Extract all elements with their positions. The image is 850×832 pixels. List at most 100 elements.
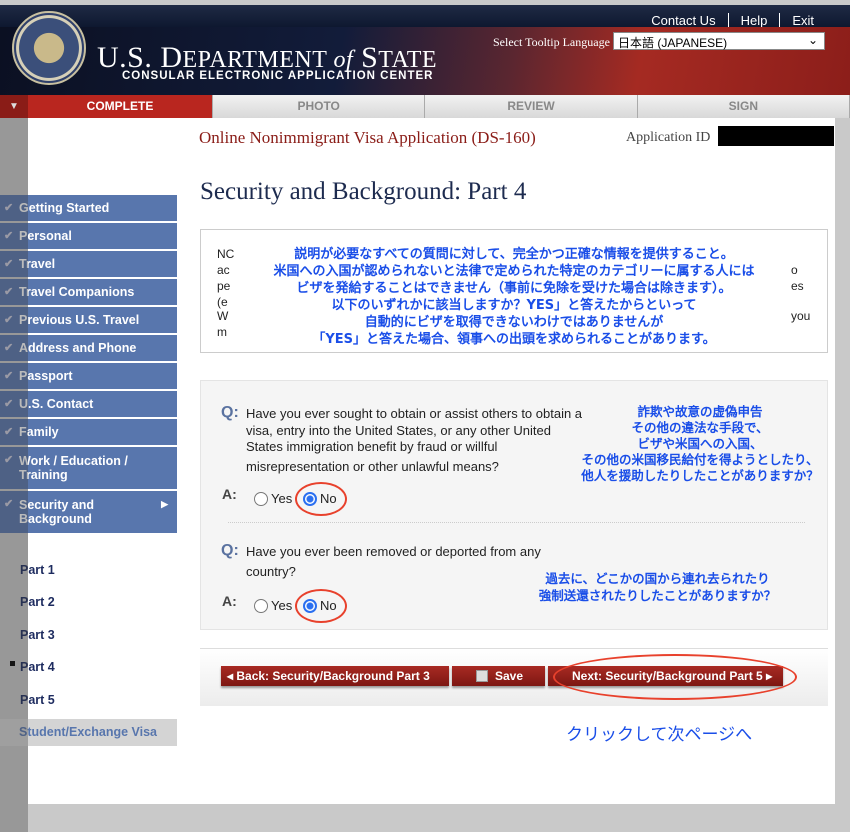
step-sign[interactable]: SIGN — [638, 95, 850, 118]
checkmark-icon: ✔ — [4, 454, 14, 466]
progress-steps: ▼ COMPLETE PHOTO REVIEW SIGN — [0, 95, 850, 118]
header-banner: U.S. DEPARTMENT of STATE CONSULAR ELECTR… — [0, 11, 850, 95]
question-2-annotation: 過去に、どこかの国から連れ去られたり 強制送還されたりしたことがありますか？ — [505, 570, 810, 604]
checkmark-icon: ✔ — [4, 342, 14, 354]
sidebar-item-label: Passport — [19, 369, 73, 383]
q1-yes-radio[interactable]: Yes — [254, 491, 292, 506]
checkmark-icon: ✔ — [4, 426, 14, 438]
highlight-circle — [295, 482, 347, 516]
current-part-marker — [10, 661, 15, 666]
step-complete[interactable]: COMPLETE — [28, 95, 213, 118]
annotation-line: ビザを発給することはできません（事前に免除を受けた場合は除きます）。 — [296, 281, 732, 296]
japanese-annotation: 説明が必要なすべての質問に対して、完全かつ正確な情報を提供すること。 米国への入… — [201, 246, 827, 348]
sidebar-item-label: Travel — [19, 257, 56, 271]
chevron-down-icon: ⌄ — [807, 33, 818, 47]
save-button[interactable]: Save — [452, 666, 545, 686]
contact-us-link[interactable]: Contact Us — [639, 13, 727, 28]
sidebar-item[interactable]: ✔ Travel — [0, 251, 177, 277]
selected-language: 日本語 (JAPANESE) — [618, 36, 728, 50]
arrow-left-icon: ◂ — [227, 669, 237, 683]
sidebar-item-label: Security and Background — [19, 498, 95, 526]
annotation-line: 強制送還されたりしたことがありますか？ — [538, 588, 777, 603]
caret-down-icon[interactable]: ▼ — [0, 95, 28, 118]
sidebar: ✔ Getting Started ✔ Personal ✔ Travel ✔ Travel … — [0, 195, 177, 535]
sidebar-item-label: Address and Phone — [19, 341, 137, 355]
sidebar-item[interactable]: ✔ Address and Phone — [0, 335, 177, 361]
annotation-line: その他の違法な手段で、 — [631, 420, 769, 435]
q2-yes-radio[interactable]: Yes — [254, 598, 292, 613]
question-1-annotation: 詐欺や故意の虚偽申告 その他の違法な手段で、 ビザや米国への入国、 その他の米国… — [555, 404, 845, 484]
top-links: Contact Us Help Exit — [639, 13, 826, 28]
sidebar-part-4[interactable]: Part 4 — [20, 660, 55, 674]
radio-icon[interactable] — [254, 491, 268, 506]
question-line: States immigration benefit by fraud or w… — [246, 439, 498, 454]
sidebar-item[interactable]: ✔ Passport — [0, 363, 177, 389]
sidebar-item[interactable]: ✔ U.S. Contact — [0, 391, 177, 417]
annotation-line: ビザや米国への入国、 — [637, 436, 763, 451]
sidebar-item-label: Getting Started — [19, 201, 110, 215]
step-photo[interactable]: PHOTO — [213, 95, 426, 118]
sidebar-part-5[interactable]: Part 5 — [20, 693, 55, 707]
sidebar-item-label: Previous U.S. Travel — [19, 313, 140, 327]
sidebar-item[interactable]: ✔ Travel Companions — [0, 279, 177, 305]
question-line: visa, entry into the United States, or a… — [246, 422, 551, 438]
question-1-text: Have you ever sought to obtain or assist… — [246, 406, 582, 475]
application-title: Online Nonimmigrant Visa Application (DS… — [199, 128, 536, 147]
question-line: country? — [246, 563, 296, 579]
radio-icon[interactable] — [254, 598, 268, 613]
divider — [228, 522, 805, 523]
step-review[interactable]: REVIEW — [425, 95, 638, 118]
question-label: Q: — [221, 404, 239, 421]
application-id-label: Application ID — [626, 130, 711, 145]
application-id-redacted — [718, 126, 834, 146]
state-department-seal-icon — [12, 11, 86, 85]
question-line: Have you ever been removed or deported f… — [246, 544, 541, 559]
sidebar-part-1[interactable]: Part 1 — [20, 563, 55, 577]
checkmark-icon: ✔ — [4, 498, 14, 510]
click-annotation: クリックして次ページへ — [566, 725, 753, 745]
instructions-box: NC ac pe (e W m o es you 説明が必要なすべての質問に対し… — [200, 229, 828, 353]
annotation-line: 過去に、どこかの国から連れ去られたり — [545, 571, 770, 586]
answer-label: A: — [222, 593, 237, 609]
checkmark-icon: ✔ — [4, 230, 14, 242]
sidebar-item-label: Family — [19, 425, 59, 439]
sidebar-item-label: Work / Education / Training — [19, 454, 128, 482]
annotation-line: 説明が必要なすべての質問に対して、完全かつ正確な情報を提供すること。 — [294, 247, 734, 262]
top-bar: Contact Us Help Exit — [0, 5, 850, 28]
sidebar-item-label: Travel Companions — [19, 285, 135, 299]
sidebar-student-exchange-visa[interactable]: Student/Exchange Visa — [0, 719, 177, 746]
page-title: Security and Background: Part 4 — [200, 178, 527, 205]
sidebar-item[interactable]: ✔ Getting Started — [0, 195, 177, 221]
question-label: Q: — [221, 542, 239, 559]
sidebar-item[interactable]: ✔ Work / Education / Training — [0, 447, 177, 489]
question-2-text: Have you ever been removed or deported f… — [246, 544, 541, 580]
annotation-line: 自動的にビザを取得できないわけではありませんが — [364, 315, 664, 330]
annotation-line: 「YES」と答えた場合、領事への出頭を求められることがあります。 — [312, 332, 716, 347]
back-button[interactable]: ◂ Back: Security/Background Part 3 — [221, 666, 449, 686]
annotation-line: 詐欺や故意の虚偽申告 — [637, 404, 763, 419]
annotation-line: 以下のいずれかに該当しますか？YES」と答えたからといって — [331, 298, 697, 313]
sidebar-item-label: Personal — [19, 229, 72, 243]
sidebar-item-label: U.S. Contact — [19, 397, 94, 411]
arrow-right-icon: ▶ — [161, 499, 168, 509]
checkmark-icon: ✔ — [4, 202, 14, 214]
sidebar-item[interactable]: ✔ Family — [0, 419, 177, 445]
checkmark-icon: ✔ — [4, 314, 14, 326]
help-link[interactable]: Help — [727, 13, 780, 28]
question-line: misrepresentation or other unlawful mean… — [246, 458, 499, 474]
sidebar-item[interactable]: ✔ Security and Background ▶ — [0, 491, 177, 533]
exit-link[interactable]: Exit — [779, 13, 826, 28]
sidebar-part-3[interactable]: Part 3 — [20, 628, 55, 642]
ceac-subtitle: CONSULAR ELECTRONIC APPLICATION CENTER — [122, 70, 434, 82]
sidebar-item[interactable]: ✔ Personal — [0, 223, 177, 249]
tooltip-language-select[interactable]: 日本語 (JAPANESE) ⌄ — [613, 32, 825, 50]
checkmark-icon: ✔ — [4, 258, 14, 270]
answer-label: A: — [222, 486, 237, 502]
radio-label: Yes — [271, 598, 293, 613]
back-label: Back: Security/Background Part 3 — [236, 669, 430, 683]
checkmark-icon: ✔ — [4, 398, 14, 410]
sidebar-part-2[interactable]: Part 2 — [20, 595, 55, 609]
sidebar-item[interactable]: ✔ Previous U.S. Travel — [0, 307, 177, 333]
save-label: Save — [495, 669, 524, 683]
question-line: Have you ever sought to obtain or assist… — [246, 406, 583, 421]
